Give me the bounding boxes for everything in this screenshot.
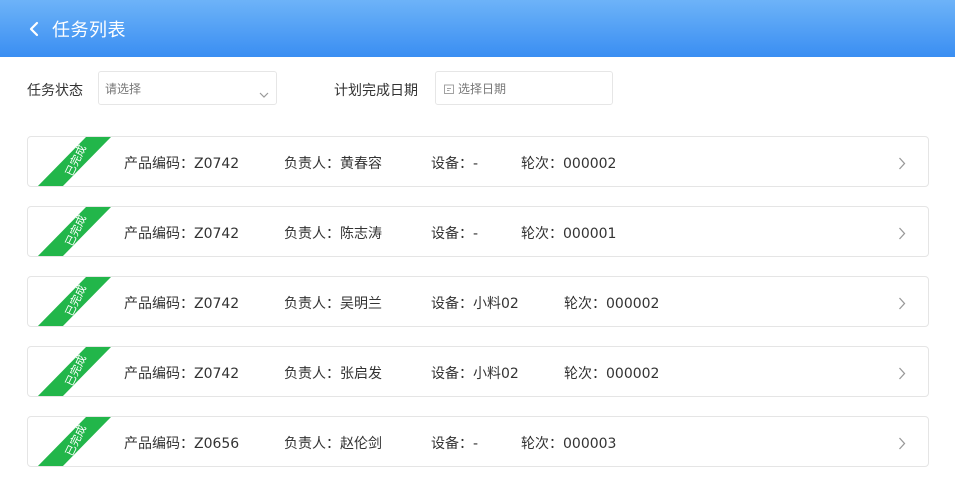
round: 轮次：000001 xyxy=(521,226,617,242)
product-code: 产品编码：Z0742 xyxy=(124,156,240,172)
owner: 负责人：赵伦剑 xyxy=(284,436,382,452)
top-bar: 任务列表 xyxy=(0,0,955,57)
product-code: 产品编码：Z0656 xyxy=(124,436,240,452)
date-picker-placeholder: 选择日期 xyxy=(458,81,507,96)
device: 设备：小料02 xyxy=(431,366,519,382)
product-code: 产品编码：Z0742 xyxy=(124,226,240,242)
task-card[interactable]: 已完成 产品编码：Z0656 负责人：赵伦剑 设备：- 轮次：000003 xyxy=(27,416,929,467)
status-ribbon: 已完成 xyxy=(28,277,112,326)
chevron-right-icon[interactable] xyxy=(898,435,906,454)
round: 轮次：000003 xyxy=(521,436,617,452)
calendar-icon xyxy=(444,79,454,98)
product-code: 产品编码：Z0742 xyxy=(124,296,240,312)
status-ribbon: 已完成 xyxy=(28,137,112,186)
product-code: 产品编码：Z0742 xyxy=(124,366,240,382)
back-chevron-icon[interactable] xyxy=(28,21,44,37)
task-card[interactable]: 已完成 产品编码：Z0742 负责人：黄春容 设备：- 轮次：000002 xyxy=(27,136,929,187)
status-ribbon: 已完成 xyxy=(28,347,112,396)
owner: 负责人：张启发 xyxy=(284,366,382,382)
chevron-down-icon xyxy=(259,84,269,103)
owner: 负责人：陈志涛 xyxy=(284,226,382,242)
chevron-right-icon[interactable] xyxy=(898,295,906,314)
status-ribbon: 已完成 xyxy=(28,417,112,466)
device: 设备：- xyxy=(431,226,479,242)
device: 设备：小料02 xyxy=(431,296,519,312)
status-select-placeholder: 请选择 xyxy=(105,81,142,96)
task-card[interactable]: 已完成 产品编码：Z0742 负责人：陈志涛 设备：- 轮次：000001 xyxy=(27,206,929,257)
chevron-right-icon[interactable] xyxy=(898,225,906,244)
chevron-right-icon[interactable] xyxy=(898,155,906,174)
task-list: 已完成 产品编码：Z0742 负责人：黄春容 设备：- 轮次：000002 已完… xyxy=(27,136,929,486)
page-title: 任务列表 xyxy=(52,19,126,41)
owner: 负责人：黄春容 xyxy=(284,156,382,172)
task-card[interactable]: 已完成 产品编码：Z0742 负责人：吴明兰 设备：小料02 轮次：000002 xyxy=(27,276,929,327)
round: 轮次：000002 xyxy=(521,156,617,172)
status-ribbon: 已完成 xyxy=(28,207,112,256)
device: 设备：- xyxy=(431,156,479,172)
round: 轮次：000002 xyxy=(564,366,660,382)
filter-bar: 任务状态 请选择 计划完成日期 选择日期 xyxy=(0,71,955,105)
chevron-right-icon[interactable] xyxy=(898,365,906,384)
date-picker-input[interactable]: 选择日期 xyxy=(435,71,613,105)
status-filter-label: 任务状态 xyxy=(27,83,83,99)
device: 设备：- xyxy=(431,436,479,452)
task-card[interactable]: 已完成 产品编码：Z0742 负责人：张启发 设备：小料02 轮次：000002 xyxy=(27,346,929,397)
date-filter-label: 计划完成日期 xyxy=(334,83,418,99)
owner: 负责人：吴明兰 xyxy=(284,296,382,312)
status-select[interactable]: 请选择 xyxy=(98,71,277,105)
round: 轮次：000002 xyxy=(564,296,660,312)
